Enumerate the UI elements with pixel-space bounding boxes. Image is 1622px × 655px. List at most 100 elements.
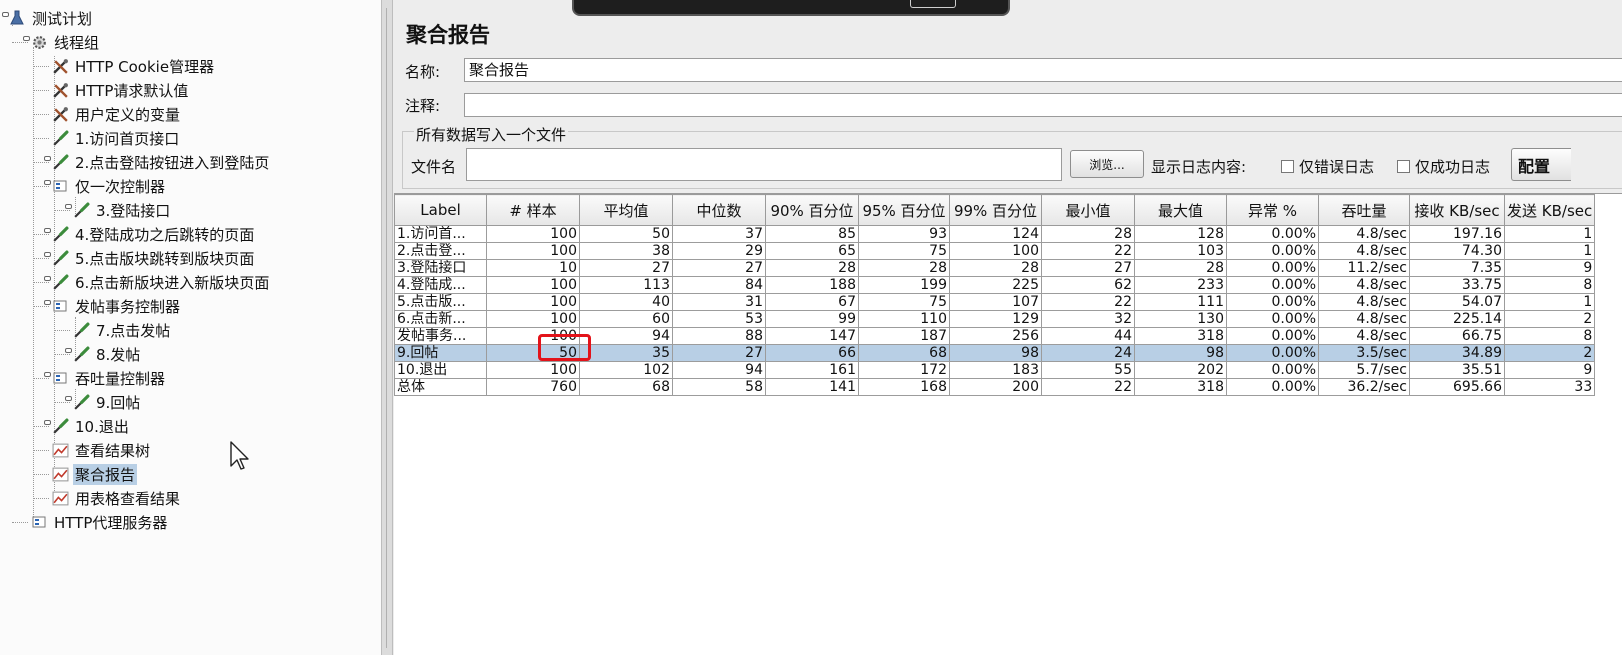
- table-cell[interactable]: 94: [672, 361, 766, 379]
- split-pane-divider[interactable]: [381, 0, 393, 655]
- table-cell[interactable]: 1.访问首...: [394, 225, 487, 243]
- table-cell[interactable]: 8: [1503, 276, 1596, 294]
- table-cell[interactable]: 35: [579, 344, 673, 362]
- table-cell[interactable]: 34.89: [1409, 344, 1505, 362]
- table-cell[interactable]: 11.2/sec: [1318, 259, 1410, 277]
- table-cell[interactable]: 760: [486, 378, 580, 396]
- table-cell[interactable]: 37: [672, 225, 766, 243]
- table-cell[interactable]: 100: [486, 293, 580, 311]
- table-cell[interactable]: 60: [579, 310, 673, 328]
- table-cell[interactable]: 100: [486, 310, 580, 328]
- table-cell[interactable]: 28: [765, 259, 859, 277]
- column-header[interactable]: 99% 百分位: [949, 194, 1042, 226]
- column-header[interactable]: 平均值: [579, 194, 673, 226]
- tree-item[interactable]: 5.点击版块跳转到版块页面: [51, 247, 256, 269]
- table-cell[interactable]: 7.35: [1409, 259, 1505, 277]
- table-cell[interactable]: 1: [1503, 242, 1596, 260]
- column-header[interactable]: Label: [394, 194, 487, 226]
- table-cell[interactable]: 93: [858, 225, 950, 243]
- table-cell[interactable]: 84: [672, 276, 766, 294]
- table-cell[interactable]: 0.00%: [1226, 293, 1319, 311]
- table-cell[interactable]: 100: [486, 225, 580, 243]
- table-cell[interactable]: 4.8/sec: [1318, 293, 1410, 311]
- tree-item[interactable]: 仅一次控制器: [51, 175, 167, 197]
- table-cell[interactable]: 22: [1041, 378, 1135, 396]
- table-row[interactable]: 10.退出 100 102 94 161 172 183 55 202 0.00% 5.7/sec 3…: [394, 361, 1596, 379]
- column-header[interactable]: 中位数: [672, 194, 766, 226]
- tree-item[interactable]: 8.发帖: [72, 343, 142, 365]
- table-cell[interactable]: 28: [858, 259, 950, 277]
- table-cell[interactable]: 128: [1134, 225, 1227, 243]
- table-cell[interactable]: 100: [486, 242, 580, 260]
- table-cell[interactable]: 695.66: [1409, 378, 1505, 396]
- table-cell[interactable]: 55: [1041, 361, 1135, 379]
- table-cell[interactable]: 0.00%: [1226, 327, 1319, 345]
- table-cell[interactable]: 0.00%: [1226, 310, 1319, 328]
- table-cell[interactable]: 36.2/sec: [1318, 378, 1410, 396]
- table-cell[interactable]: 103: [1134, 242, 1227, 260]
- table-cell[interactable]: 28: [949, 259, 1042, 277]
- table-cell[interactable]: 4.8/sec: [1318, 327, 1410, 345]
- table-cell[interactable]: 256: [949, 327, 1042, 345]
- table-cell[interactable]: 5.7/sec: [1318, 361, 1410, 379]
- test-plan-tree[interactable]: 测试计划 线程组 HTTP Cookie管理器 HTTP请求默认值 用户定义的变量 1.访…: [0, 0, 381, 655]
- tree-item[interactable]: 7.点击发帖: [72, 319, 172, 341]
- table-cell[interactable]: 35.51: [1409, 361, 1505, 379]
- table-cell[interactable]: 10: [486, 259, 580, 277]
- table-cell[interactable]: 74.30: [1409, 242, 1505, 260]
- table-cell[interactable]: 75: [858, 293, 950, 311]
- table-cell[interactable]: 318: [1134, 327, 1227, 345]
- table-cell[interactable]: 22: [1041, 293, 1135, 311]
- table-cell[interactable]: 4.8/sec: [1318, 276, 1410, 294]
- table-cell[interactable]: 28: [1134, 259, 1227, 277]
- table-cell[interactable]: 141: [765, 378, 859, 396]
- table-cell[interactable]: 85: [765, 225, 859, 243]
- table-cell[interactable]: 66.75: [1409, 327, 1505, 345]
- table-cell[interactable]: 62: [1041, 276, 1135, 294]
- column-header[interactable]: 95% 百分位: [858, 194, 950, 226]
- table-cell[interactable]: 8: [1503, 327, 1596, 345]
- table-cell[interactable]: 318: [1134, 378, 1227, 396]
- table-cell[interactable]: 10.退出: [394, 361, 487, 379]
- table-row[interactable]: 4.登陆成... 100 113 84 188 199 225 62 233 0.00% 4.8/s…: [394, 276, 1596, 294]
- tree-item[interactable]: 吞吐量控制器: [51, 367, 167, 389]
- table-cell[interactable]: 233: [1134, 276, 1227, 294]
- table-cell[interactable]: 107: [949, 293, 1042, 311]
- tree-item[interactable]: 发帖事务控制器: [51, 295, 182, 317]
- table-cell[interactable]: 0.00%: [1226, 242, 1319, 260]
- table-cell[interactable]: 44: [1041, 327, 1135, 345]
- table-cell[interactable]: 24: [1041, 344, 1135, 362]
- table-cell[interactable]: 88: [672, 327, 766, 345]
- table-cell[interactable]: 102: [579, 361, 673, 379]
- table-row[interactable]: 2.点击登... 100 38 29 65 75 100 22 103 0.00% 4.8/sec 7…: [394, 242, 1596, 260]
- table-cell[interactable]: 38: [579, 242, 673, 260]
- table-cell[interactable]: 94: [579, 327, 673, 345]
- tree-item[interactable]: HTTP代理服务器: [30, 511, 169, 533]
- table-cell[interactable]: 65: [765, 242, 859, 260]
- tree-item[interactable]: 10.退出: [51, 415, 131, 437]
- table-cell[interactable]: 68: [858, 344, 950, 362]
- tree-item[interactable]: 1.访问首页接口: [51, 127, 181, 149]
- table-cell[interactable]: 225: [949, 276, 1042, 294]
- table-cell[interactable]: 75: [858, 242, 950, 260]
- column-header[interactable]: 异常 %: [1226, 194, 1319, 226]
- table-cell[interactable]: 113: [579, 276, 673, 294]
- tree-item[interactable]: 测试计划: [8, 7, 94, 29]
- table-cell[interactable]: 2: [1503, 310, 1596, 328]
- configure-button[interactable]: 配置: [1511, 148, 1571, 181]
- table-cell[interactable]: 100: [486, 361, 580, 379]
- table-cell[interactable]: 0.00%: [1226, 225, 1319, 243]
- table-cell[interactable]: 147: [765, 327, 859, 345]
- table-cell[interactable]: 0.00%: [1226, 361, 1319, 379]
- comment-field[interactable]: [464, 93, 1622, 117]
- table-cell[interactable]: 0.00%: [1226, 344, 1319, 362]
- table-cell[interactable]: 225.14: [1409, 310, 1505, 328]
- table-cell[interactable]: 183: [949, 361, 1042, 379]
- table-cell[interactable]: 98: [1134, 344, 1227, 362]
- table-cell[interactable]: 130: [1134, 310, 1227, 328]
- table-cell[interactable]: 27: [672, 344, 766, 362]
- column-header[interactable]: 吞吐量: [1318, 194, 1410, 226]
- filename-field[interactable]: [466, 148, 1062, 181]
- table-cell[interactable]: 27: [1041, 259, 1135, 277]
- table-cell[interactable]: 4.登陆成...: [394, 276, 487, 294]
